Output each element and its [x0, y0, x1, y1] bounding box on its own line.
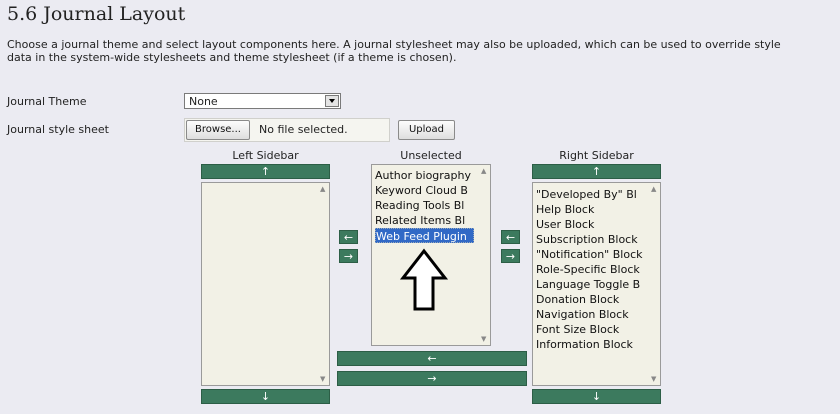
move-to-right-button[interactable]: → — [501, 249, 520, 263]
list-item[interactable]: Keyword Cloud B — [375, 183, 474, 198]
list-item[interactable]: Author biography — [375, 168, 474, 183]
list-item[interactable]: Font Size Block — [536, 322, 646, 337]
page-title: 5.6 Journal Layout — [7, 3, 186, 25]
left-sidebar-move-down-button[interactable]: ↓ — [201, 389, 330, 404]
list-item[interactable]: "Developed By" Bl — [536, 187, 646, 202]
list-item[interactable]: User Block — [536, 217, 646, 232]
chevron-down-icon[interactable] — [325, 95, 339, 107]
list-item[interactable]: Reading Tools Bl — [375, 198, 474, 213]
move-all-right-button[interactable]: → — [337, 371, 527, 386]
upload-button[interactable]: Upload — [398, 120, 455, 140]
left-sidebar-move-up-button[interactable]: ↑ — [201, 164, 330, 179]
left-sidebar-list[interactable]: ▲ ▼ — [201, 182, 330, 386]
list-item[interactable]: Navigation Block — [536, 307, 646, 322]
right-sidebar-move-up-button[interactable]: ↑ — [532, 164, 661, 179]
unselected-scrollbar[interactable]: ▲ ▼ — [478, 165, 490, 345]
right-sidebar-title: Right Sidebar — [559, 149, 634, 162]
left-sidebar-title: Left Sidebar — [232, 149, 299, 162]
browse-button[interactable]: Browse... — [186, 120, 250, 140]
unselected-title: Unselected — [400, 149, 462, 162]
scroll-up-icon[interactable]: ▲ — [481, 167, 486, 175]
right-sidebar-list[interactable]: "Developed By" Bl Help Block User Block … — [532, 182, 661, 386]
right-sidebar-scrollbar[interactable]: ▲ ▼ — [648, 183, 660, 385]
list-item[interactable]: Help Block — [536, 202, 646, 217]
scroll-up-icon[interactable]: ▲ — [651, 185, 656, 193]
description-line-2: data in the system-wide stylesheets and … — [7, 51, 457, 64]
up-arrow-annotation-icon — [399, 248, 449, 311]
file-status-text: No file selected. — [259, 123, 348, 136]
list-item[interactable]: "Notification" Block — [536, 247, 646, 262]
list-item[interactable]: Related Items Bl — [375, 213, 474, 228]
description-line-1: Choose a journal theme and select layout… — [7, 38, 781, 51]
move-from-left-button[interactable]: → — [339, 249, 358, 263]
list-item[interactable]: Donation Block — [536, 292, 646, 307]
right-sidebar-move-down-button[interactable]: ↓ — [532, 389, 661, 404]
unselected-list[interactable]: Author biography Keyword Cloud B Reading… — [371, 164, 491, 346]
scroll-up-icon[interactable]: ▲ — [320, 185, 325, 193]
list-item[interactable]: Language Toggle B — [536, 277, 646, 292]
scroll-down-icon[interactable]: ▼ — [320, 375, 325, 383]
move-to-left-button[interactable]: ← — [339, 230, 358, 244]
left-sidebar-scrollbar[interactable]: ▲ ▼ — [317, 183, 329, 385]
move-all-left-button[interactable]: ← — [337, 351, 527, 366]
move-from-right-button[interactable]: ← — [501, 230, 520, 244]
journal-stylesheet-label: Journal style sheet — [7, 123, 109, 136]
list-item[interactable]: Subscription Block — [536, 232, 646, 247]
journal-theme-label: Journal Theme — [7, 95, 87, 108]
list-item-selected[interactable]: Web Feed Plugin — [375, 228, 474, 243]
list-item[interactable]: Role-Specific Block — [536, 262, 646, 277]
page-description: Choose a journal theme and select layout… — [7, 38, 840, 64]
scroll-down-icon[interactable]: ▼ — [481, 335, 486, 343]
list-item[interactable]: Information Block — [536, 337, 646, 352]
journal-theme-value: None — [189, 95, 218, 108]
journal-theme-select[interactable]: None — [184, 93, 341, 109]
scroll-down-icon[interactable]: ▼ — [651, 375, 656, 383]
